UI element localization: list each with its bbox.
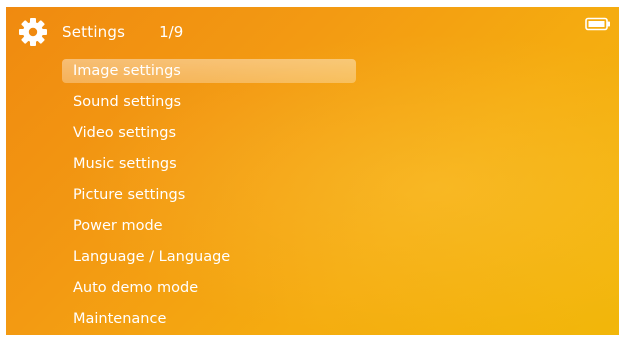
settings-screen: Settings 1/9 Image settings Sound setting… xyxy=(6,7,619,335)
menu-item-picture-settings[interactable]: Picture settings xyxy=(62,183,356,207)
settings-menu: Image settings Sound settings Video settin… xyxy=(62,59,356,335)
menu-item-music-settings[interactable]: Music settings xyxy=(62,152,356,176)
header: Settings 1/9 xyxy=(18,17,183,47)
battery-icon xyxy=(585,17,610,31)
menu-item-power-mode[interactable]: Power mode xyxy=(62,214,356,238)
menu-item-auto-demo-mode[interactable]: Auto demo mode xyxy=(62,276,356,300)
battery-fill xyxy=(588,21,605,27)
menu-item-language-language[interactable]: Language / Language xyxy=(62,245,356,269)
menu-item-image-settings[interactable]: Image settings xyxy=(62,59,356,83)
menu-item-video-settings[interactable]: Video settings xyxy=(62,121,356,145)
page-title: Settings xyxy=(62,23,126,41)
menu-item-sound-settings[interactable]: Sound settings xyxy=(62,90,356,114)
menu-item-maintenance[interactable]: Maintenance xyxy=(62,307,356,331)
gear-icon xyxy=(19,18,47,46)
page-indicator: 1/9 xyxy=(159,23,184,41)
